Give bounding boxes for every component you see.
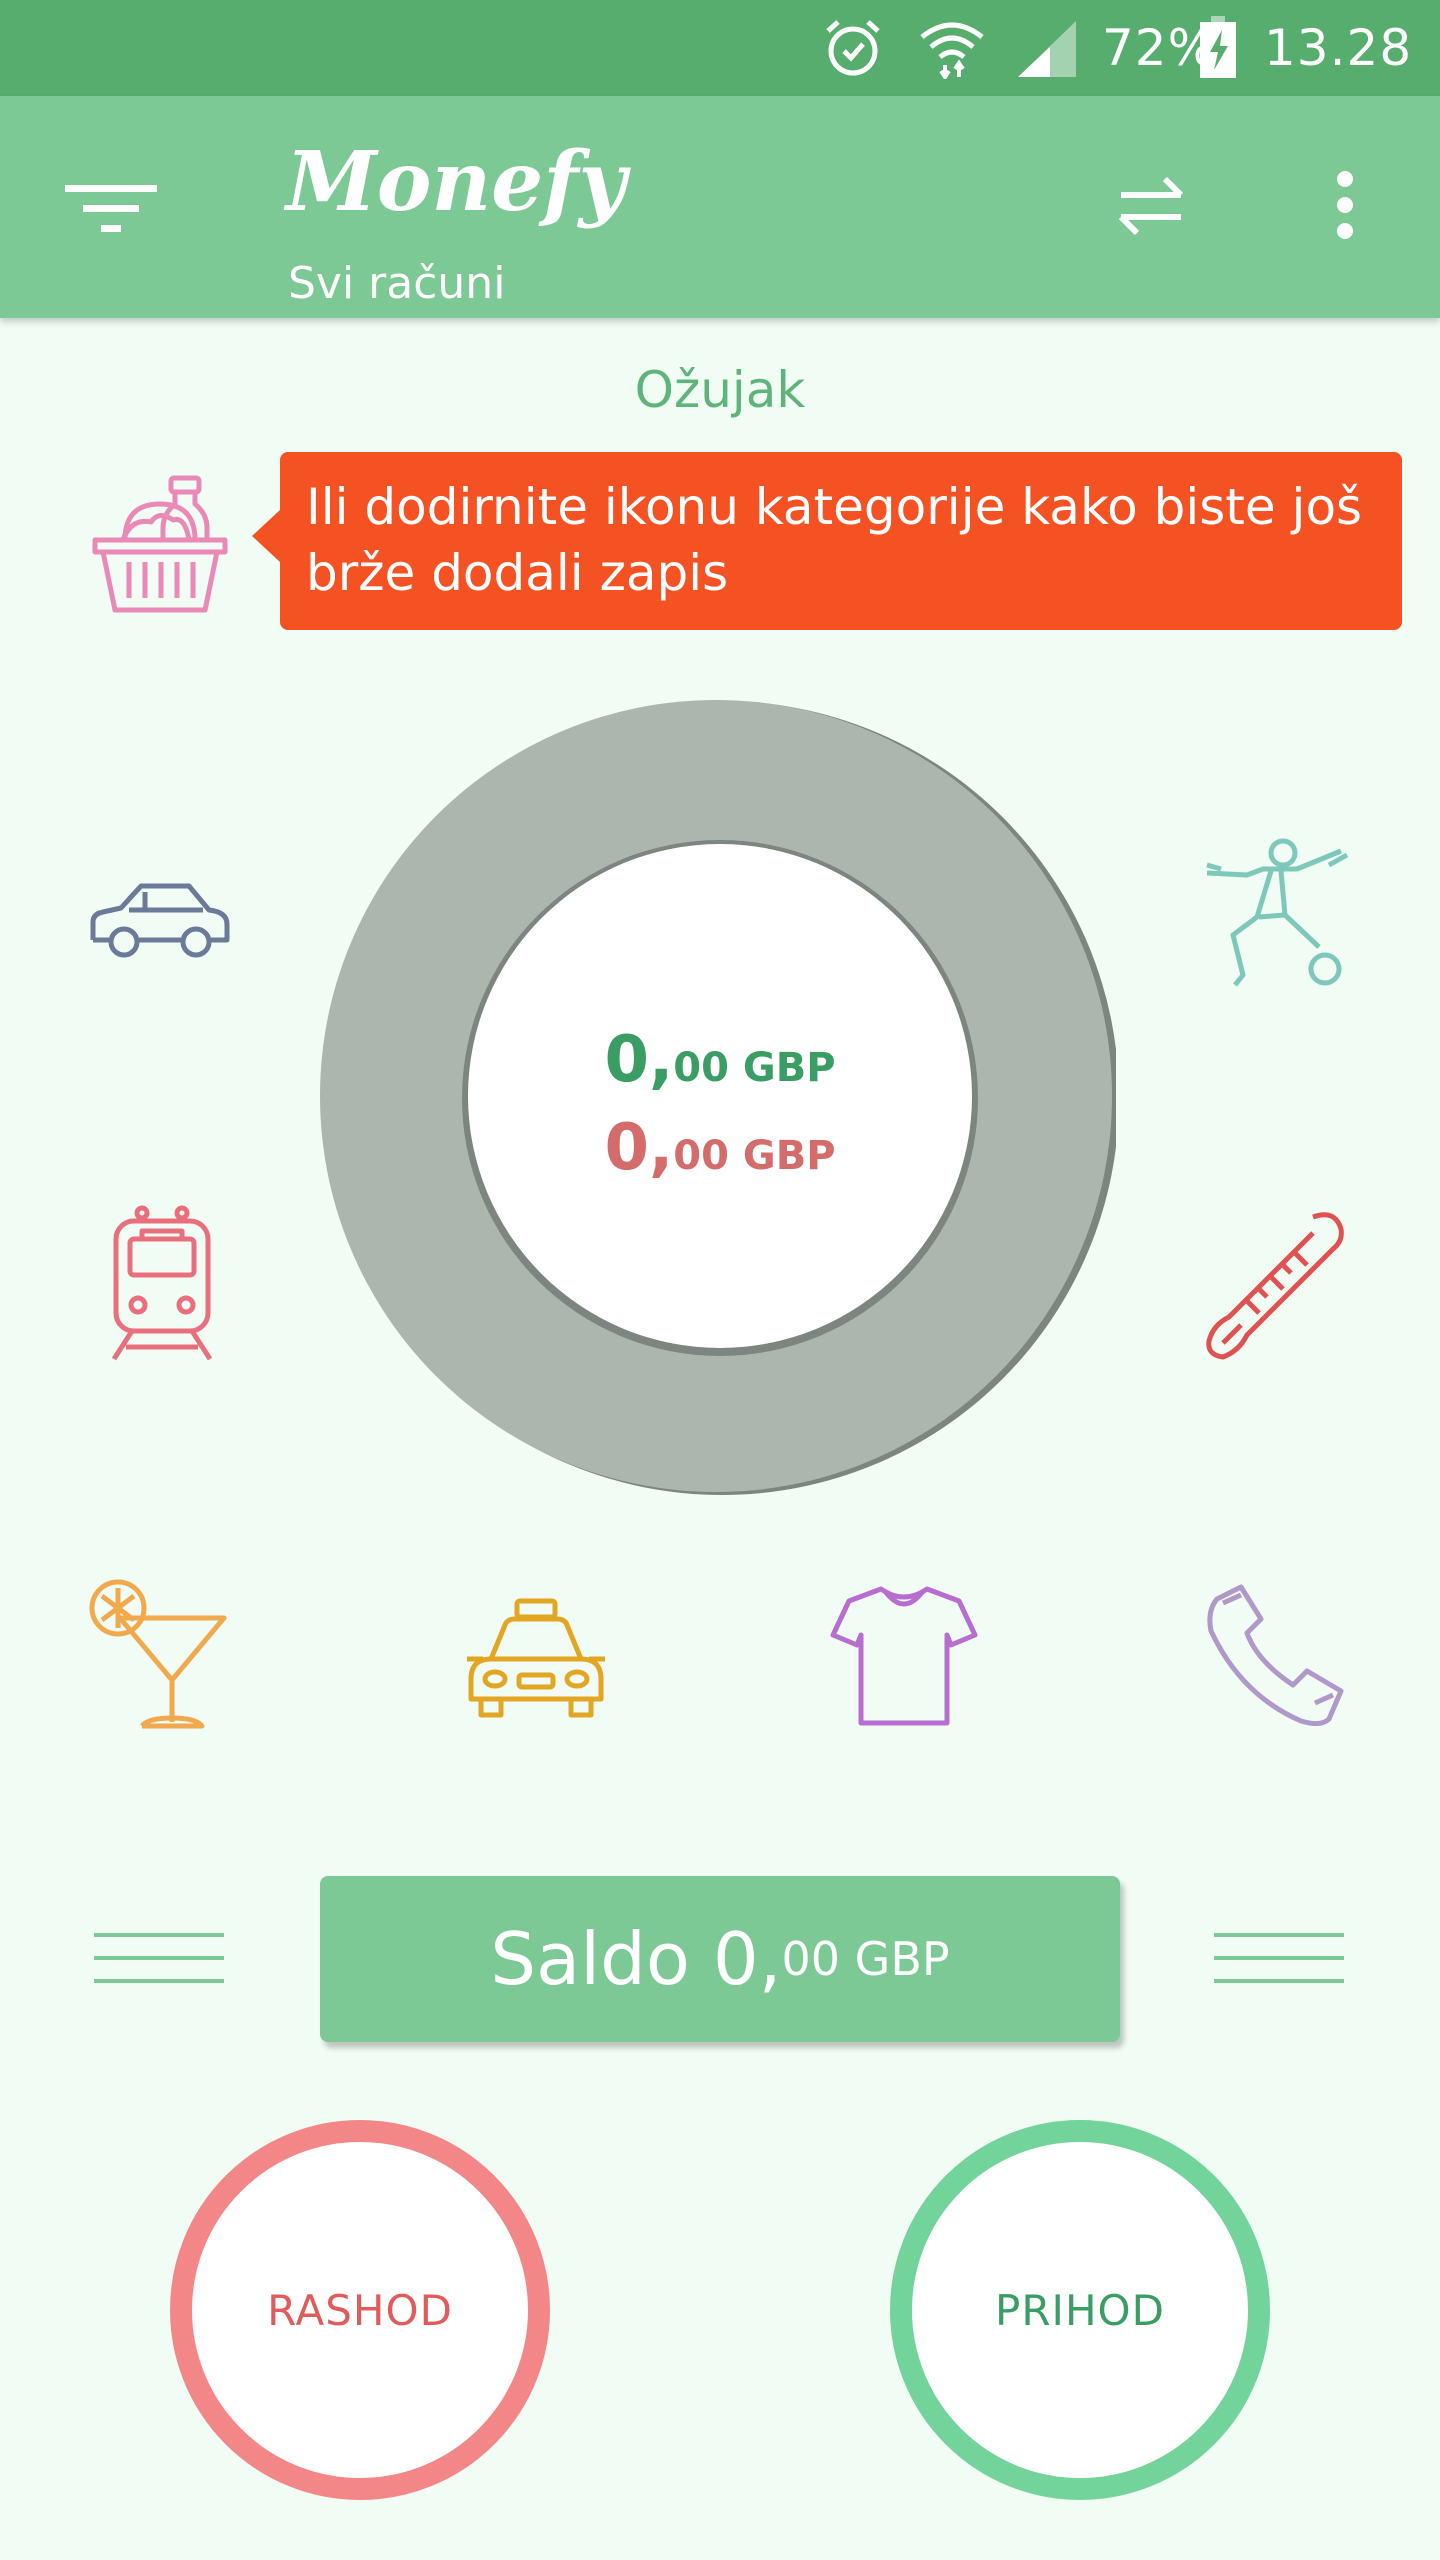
more-vert-icon[interactable] xyxy=(1300,160,1390,250)
balance-decimals: 00 GBP xyxy=(781,1932,950,1986)
income-decimals: 00 GBP xyxy=(673,1045,836,1091)
expense-button[interactable]: RASHOD xyxy=(170,2120,550,2500)
groceries-icon[interactable] xyxy=(80,460,240,630)
app-bar: Monefy Svi računi xyxy=(0,96,1440,318)
income-button[interactable]: PRIHOD xyxy=(890,2120,1270,2500)
status-bar: 72% 13.28 xyxy=(0,0,1440,96)
list-lines-icon-right[interactable] xyxy=(1214,1918,1344,1998)
list-lines-icon[interactable] xyxy=(94,1918,224,1998)
clock: 13.28 xyxy=(1264,19,1413,77)
transport-train-icon[interactable] xyxy=(92,1200,232,1370)
battery-charging-icon xyxy=(1196,16,1240,78)
phone-icon[interactable] xyxy=(1196,1576,1356,1736)
balance-button[interactable]: Saldo 0, 00 GBP xyxy=(320,1876,1120,2042)
period-title[interactable]: Ožujak xyxy=(0,355,1440,425)
expense-total: 0,00 GBP xyxy=(0,1108,1440,1204)
hint-tooltip[interactable]: Ili dodirnite ikonu kategorije kako bist… xyxy=(252,452,1402,630)
sports-icon[interactable] xyxy=(1196,830,1356,1000)
drinks-cocktail-icon[interactable] xyxy=(84,1574,234,1734)
expense-whole: 0, xyxy=(604,1111,674,1185)
balance-whole: 0, xyxy=(712,1917,782,2001)
expense-decimals: 00 GBP xyxy=(673,1133,836,1179)
health-thermometer-icon[interactable] xyxy=(1196,1200,1356,1370)
app-title: Monefy xyxy=(286,134,627,230)
wifi-icon xyxy=(914,18,990,79)
alarm-icon xyxy=(818,18,888,78)
taxi-icon[interactable] xyxy=(456,1590,616,1730)
balance-label: Saldo xyxy=(490,1917,690,2001)
filter-menu-icon[interactable] xyxy=(56,164,166,254)
car-icon[interactable] xyxy=(80,860,240,980)
account-selector[interactable]: Svi računi xyxy=(288,256,505,312)
income-total: 0,00 GBP xyxy=(0,1020,1440,1116)
signal-icon xyxy=(1012,18,1082,78)
income-whole: 0, xyxy=(604,1023,674,1097)
transfer-icon[interactable] xyxy=(1106,160,1196,250)
clothes-tshirt-icon[interactable] xyxy=(824,1576,984,1736)
